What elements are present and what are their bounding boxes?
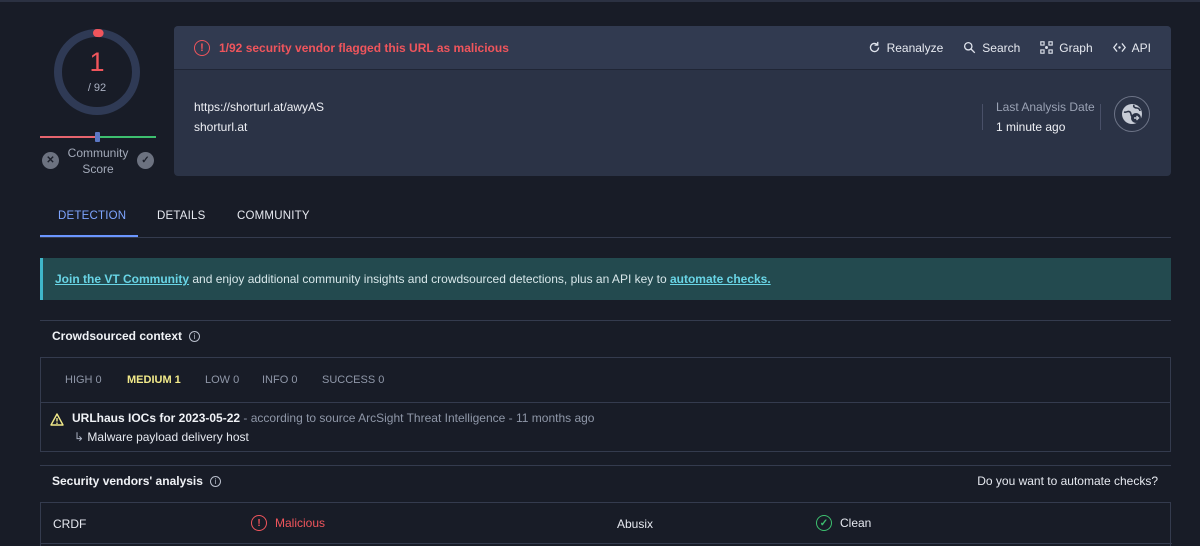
severity-tabs: HIGH 0 MEDIUM 1 LOW 0 INFO 0 SUCCESS 0	[41, 358, 1170, 403]
tab-details[interactable]: DETAILS	[157, 200, 205, 238]
search-button[interactable]: Search	[963, 41, 1020, 55]
clean-check-icon: ✓	[816, 515, 832, 531]
globe-link-icon	[1114, 96, 1150, 132]
severity-tab-high[interactable]: HIGH 0	[65, 374, 102, 386]
vendors-table: CRDF ! Malicious Abusix ✓ Clean	[40, 502, 1172, 546]
refresh-icon	[869, 41, 879, 53]
vendor-result: ! Malicious	[251, 515, 325, 531]
graph-button[interactable]: Graph	[1040, 40, 1093, 55]
banner-text: and enjoy additional community insights …	[189, 272, 670, 286]
vendors-title-text: Security vendors' analysis	[52, 474, 203, 488]
reanalyze-label: Reanalyze	[886, 40, 944, 55]
api-button[interactable]: API	[1112, 40, 1151, 55]
tab-detection[interactable]: DETECTION	[58, 200, 126, 238]
card-header-bar: ! 1/92 security vendor flagged this URL …	[174, 26, 1171, 70]
search-label: Search	[982, 40, 1021, 55]
divider	[40, 465, 1171, 466]
vendor-name: CRDF	[53, 517, 87, 531]
divider	[40, 320, 1171, 321]
vendors-title: Security vendors' analysis i	[52, 474, 221, 488]
detection-count: 1	[89, 47, 105, 77]
row-divider	[41, 543, 1172, 544]
severity-tab-success[interactable]: SUCCESS 0	[322, 374, 384, 386]
analyzed-url[interactable]: https://shorturl.at/awyAS	[194, 100, 324, 114]
upvote-check-icon[interactable]: ✓	[137, 152, 154, 169]
warning-icon	[50, 413, 64, 426]
severity-tab-low[interactable]: LOW 0	[205, 374, 239, 386]
detection-total: / 92	[87, 82, 107, 94]
crowdsourced-entry: URLhaus IOCs for 2023-05-22 - according …	[72, 411, 594, 425]
info-icon[interactable]: i	[209, 475, 221, 487]
community-banner: Join the VT Community and enjoy addition…	[40, 258, 1171, 300]
top-border	[0, 0, 1200, 2]
severity-tab-info[interactable]: INFO 0	[262, 374, 297, 386]
graph-icon	[1040, 41, 1054, 54]
entry-detail-text: Malware payload delivery host	[87, 430, 249, 444]
last-analysis-label: Last Analysis Date	[996, 100, 1095, 114]
active-tab-indicator	[40, 235, 138, 237]
flag-message: 1/92 security vendor flagged this URL as…	[219, 40, 509, 55]
vendor-result-label: Malicious	[275, 516, 326, 530]
downvote-x-icon[interactable]: ✕	[42, 152, 59, 169]
vendor-result: ✓ Clean	[816, 515, 871, 531]
join-community-link[interactable]: Join the VT Community	[55, 272, 189, 286]
entry-source: - according to source ArcSight Threat In…	[240, 411, 595, 425]
main-tabs: DETECTION DETAILS COMMUNITY	[40, 200, 1171, 238]
vendor-result-label: Clean	[840, 516, 872, 530]
action-bar: Reanalyze Search Graph API	[868, 41, 1151, 55]
malicious-icon: !	[251, 515, 267, 531]
automate-checks-link[interactable]: automate checks.	[670, 272, 771, 286]
entry-detail: ↳ Malware payload delivery host	[74, 430, 249, 444]
reanalyze-button[interactable]: Reanalyze	[868, 40, 944, 55]
automate-question-link[interactable]: Do you want to automate checks?	[977, 474, 1158, 488]
crowdsourced-title: Crowdsourced context i	[52, 329, 201, 343]
community-score-label: Community Score	[67, 146, 129, 176]
url-host[interactable]: shorturl.at	[194, 120, 247, 134]
community-score-bar	[40, 132, 156, 142]
graph-label: Graph	[1059, 40, 1093, 55]
search-icon	[964, 41, 976, 54]
tab-community[interactable]: COMMUNITY	[237, 200, 310, 238]
vendor-name: Abusix	[617, 517, 654, 531]
crowdsourced-title-text: Crowdsourced context	[52, 329, 183, 343]
divider	[1100, 104, 1101, 130]
severity-tab-medium[interactable]: MEDIUM 1	[127, 374, 181, 386]
alert-icon: !	[194, 39, 210, 56]
entry-title[interactable]: URLhaus IOCs for 2023-05-22	[72, 411, 240, 425]
divider	[982, 104, 983, 130]
api-icon	[1112, 43, 1126, 52]
crowdsourced-panel: HIGH 0 MEDIUM 1 LOW 0 INFO 0 SUCCESS 0 U…	[40, 357, 1171, 452]
last-analysis-value: 1 minute ago	[996, 120, 1066, 134]
url-summary-card: ! 1/92 security vendor flagged this URL …	[174, 26, 1171, 176]
sub-arrow-icon: ↳	[74, 430, 85, 444]
info-icon[interactable]: i	[189, 330, 201, 342]
api-label: API	[1131, 40, 1151, 55]
detection-score-ring: 1 / 92	[52, 27, 142, 117]
